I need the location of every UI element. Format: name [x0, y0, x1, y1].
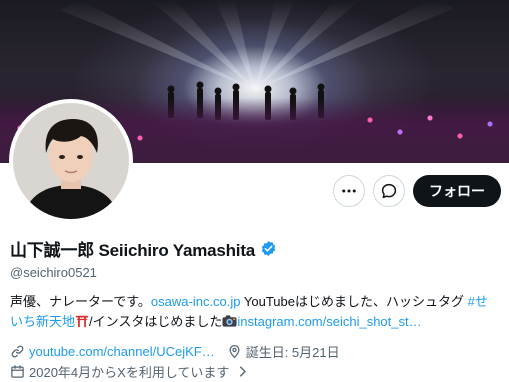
bio-link-osawa[interactable]: osawa-inc.co.jp — [151, 294, 241, 309]
more-button[interactable] — [333, 175, 365, 207]
bio-text-3: /インスタはじめました — [89, 314, 223, 329]
profile-avatar[interactable] — [9, 99, 133, 223]
follow-button[interactable]: フォロー — [413, 175, 501, 207]
bio-line-1: 声優、ナレーターです。osawa-inc.co.jp YouTubeはじめました… — [10, 292, 505, 312]
bio-line-2: いち新天地 /インスタはじめました instagram.com/seichi_s… — [10, 312, 505, 332]
profile-actions: フォロー — [333, 175, 501, 207]
bio-text-1: 声優、ナレーターです。 — [10, 294, 151, 309]
profile-meta: youtube.com/channel/UCejKF… 誕生日: 5月21日 2… — [10, 341, 505, 381]
torii-emoji — [75, 315, 89, 328]
joined-text: 2020年4月からXを利用しています — [29, 364, 230, 380]
birthday-item: 誕生日: 5月21日 — [227, 342, 340, 361]
more-icon — [342, 189, 356, 193]
joined-item[interactable]: 2020年4月からXを利用しています — [10, 362, 250, 381]
avatar-image — [13, 103, 129, 219]
camera-emoji — [222, 315, 237, 327]
bio-hashtag-start[interactable]: #せ — [468, 294, 488, 309]
link-icon — [11, 345, 24, 357]
message-icon — [381, 183, 397, 199]
bio-link-instagram[interactable]: instagram.com/seichi_shot_st… — [237, 314, 421, 329]
birthday-text: 誕生日: 5月21日 — [245, 344, 340, 360]
name-row: 山下誠一郎 Seiichiro Yamashita — [10, 236, 505, 261]
message-button[interactable] — [373, 175, 405, 207]
calendar-icon — [11, 364, 24, 378]
profile-bio: 声優、ナレーターです。osawa-inc.co.jp YouTubeはじめました… — [10, 292, 505, 332]
verified-badge-icon[interactable] — [260, 240, 277, 257]
meta-row-2: 2020年4月からXを利用しています — [10, 361, 505, 381]
display-name: 山下誠一郎 Seiichiro Yamashita — [10, 241, 256, 260]
profile-info: 山下誠一郎 Seiichiro Yamashita @seichiro0521 … — [10, 236, 505, 381]
location-pin-icon — [229, 344, 240, 358]
chevron-right-icon — [240, 365, 247, 377]
website-item: youtube.com/channel/UCejKF… — [10, 344, 215, 359]
user-handle: @seichiro0521 — [10, 265, 97, 280]
bio-text-2: YouTubeはじめました、ハッシュタグ — [240, 294, 468, 309]
website-link[interactable]: youtube.com/channel/UCejKF… — [29, 344, 215, 359]
bio-hashtag-end[interactable]: いち新天地 — [10, 314, 75, 329]
meta-row-1: youtube.com/channel/UCejKF… 誕生日: 5月21日 — [10, 341, 505, 361]
